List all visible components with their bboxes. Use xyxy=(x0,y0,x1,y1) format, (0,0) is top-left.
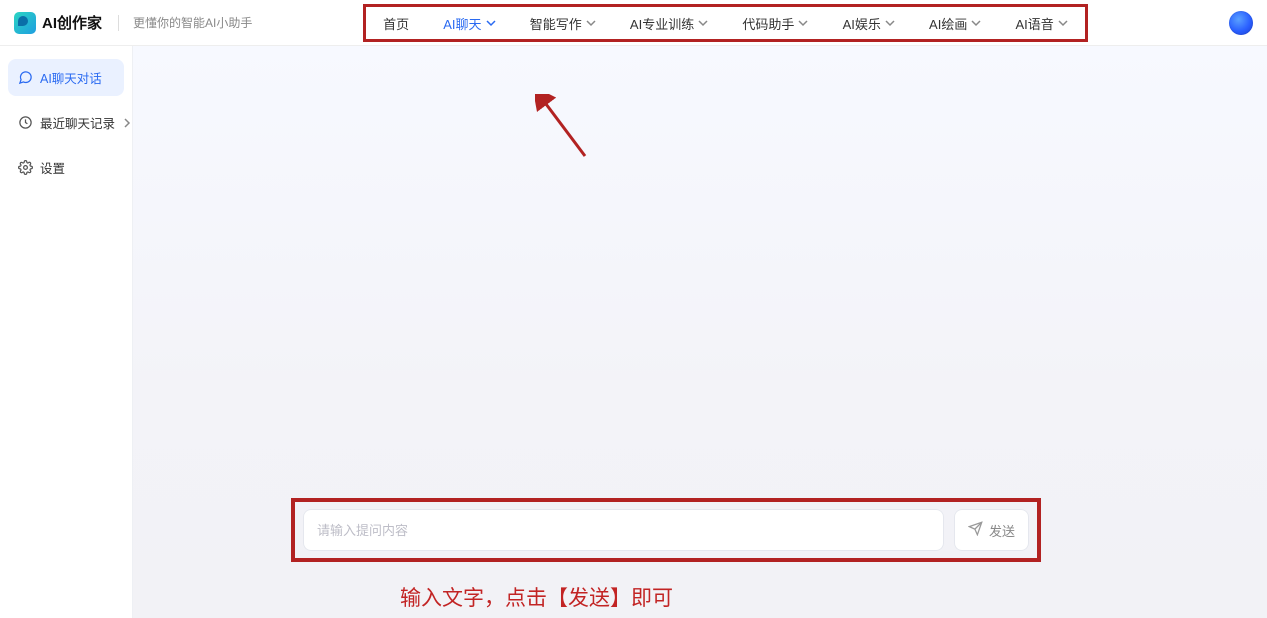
nav-label: 首页 xyxy=(383,14,409,33)
nav-ai-chat[interactable]: AI聊天 xyxy=(443,14,495,33)
send-button[interactable]: 发送 xyxy=(954,509,1029,551)
chevron-down-icon xyxy=(885,18,895,28)
nav-label: 代码助手 xyxy=(742,14,794,33)
sidebar: AI聊天对话 最近聊天记录 设置 xyxy=(0,46,132,618)
divider xyxy=(118,15,119,31)
chevron-down-icon xyxy=(971,18,981,28)
chevron-down-icon xyxy=(698,18,708,28)
nav-ai-pro-training[interactable]: AI专业训练 xyxy=(630,14,708,33)
nav-label: AI聊天 xyxy=(443,14,481,33)
sidebar-item-label: AI聊天对话 xyxy=(40,68,102,87)
clock-icon xyxy=(18,115,33,130)
nav-label: AI语音 xyxy=(1016,14,1054,33)
sidebar-item-settings[interactable]: 设置 xyxy=(8,149,124,186)
nav-label: AI娱乐 xyxy=(843,14,881,33)
nav-ai-voice[interactable]: AI语音 xyxy=(1016,14,1068,33)
chat-icon xyxy=(18,70,33,85)
input-area-highlight: 发送 xyxy=(291,498,1041,562)
product-name: AI创作家 xyxy=(42,12,102,33)
sidebar-item-ai-chat[interactable]: AI聊天对话 xyxy=(8,59,124,96)
chat-input[interactable] xyxy=(303,509,944,551)
nav-label: AI专业训练 xyxy=(630,14,694,33)
logo-icon xyxy=(14,12,36,34)
nav-ai-painting[interactable]: AI绘画 xyxy=(929,14,981,33)
avatar[interactable] xyxy=(1229,11,1253,35)
nav-home[interactable]: 首页 xyxy=(383,14,409,33)
header: AI创作家 更懂你的智能AI小助手 首页 AI聊天 智能写作 AI专业训练 代码 xyxy=(0,0,1267,46)
nav-code-assistant[interactable]: 代码助手 xyxy=(742,14,808,33)
send-label: 发送 xyxy=(989,521,1015,540)
chevron-down-icon xyxy=(486,18,496,28)
tagline: 更懂你的智能AI小助手 xyxy=(133,14,252,31)
sidebar-item-label: 设置 xyxy=(40,158,65,177)
sidebar-item-label: 最近聊天记录 xyxy=(40,113,115,132)
logo-area: AI创作家 更懂你的智能AI小助手 xyxy=(14,12,252,34)
chevron-down-icon xyxy=(1058,18,1068,28)
arrow-annotation-icon xyxy=(535,94,595,169)
nav-label: AI绘画 xyxy=(929,14,967,33)
nav-bar: 首页 AI聊天 智能写作 AI专业训练 代码助手 AI娱 xyxy=(363,4,1088,42)
chevron-down-icon xyxy=(586,18,596,28)
instruction-text: 输入文字，点击【发送】即可 xyxy=(400,582,673,612)
sidebar-item-recent[interactable]: 最近聊天记录 xyxy=(8,104,124,141)
nav-label: 智能写作 xyxy=(530,14,582,33)
nav-ai-entertainment[interactable]: AI娱乐 xyxy=(843,14,895,33)
gear-icon xyxy=(18,160,33,175)
chevron-down-icon xyxy=(798,18,808,28)
send-icon xyxy=(968,521,983,539)
nav-smart-writing[interactable]: 智能写作 xyxy=(530,14,596,33)
chevron-right-icon xyxy=(122,118,132,128)
